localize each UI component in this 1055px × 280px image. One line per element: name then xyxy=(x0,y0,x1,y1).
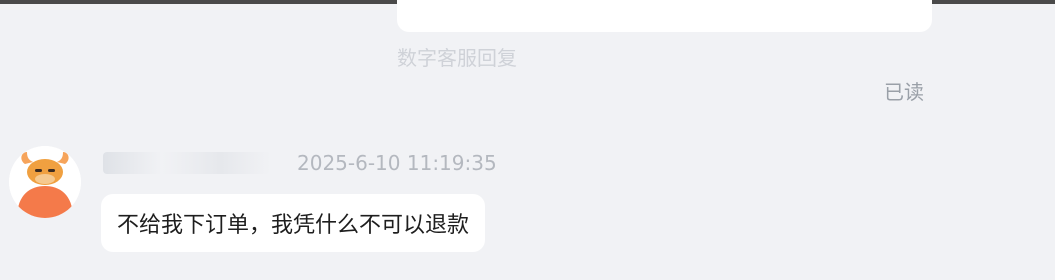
sender-name-redacted xyxy=(103,152,271,174)
read-status: 已读 xyxy=(884,80,924,104)
bull-avatar-icon xyxy=(9,146,81,218)
message-timestamp: 2025-6-10 11:19:35 xyxy=(297,151,497,175)
message-bubble[interactable]: 不给我下订单，我凭什么不可以退款 xyxy=(101,194,486,252)
message-text: 不给我下订单，我凭什么不可以退款 xyxy=(117,213,470,238)
previous-message-bubble xyxy=(397,0,932,32)
digital-service-reply-label: 数字客服回复 xyxy=(397,46,517,70)
sender-row: 2025-6-10 11:19:35 xyxy=(103,150,497,176)
user-avatar[interactable] xyxy=(9,146,81,218)
